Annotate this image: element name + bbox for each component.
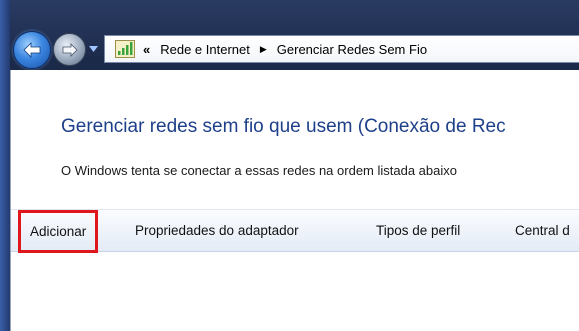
main-content: Gerenciar redes sem fio que usem (Conexã…: [10, 70, 579, 331]
breadcrumb-item-network-internet[interactable]: Rede e Internet: [160, 42, 250, 57]
chevron-down-icon: [88, 46, 98, 52]
recent-pages-button[interactable]: [86, 42, 100, 56]
page-description: O Windows tenta se conectar a essas rede…: [61, 163, 457, 178]
page-title: Gerenciar redes sem fio que usem (Conexã…: [61, 116, 506, 137]
breadcrumb-overflow-button[interactable]: «: [143, 42, 150, 57]
forward-arrow-icon: [62, 42, 78, 57]
back-button[interactable]: [13, 31, 51, 69]
back-arrow-icon: [23, 42, 41, 58]
command-bar: Adicionar Propriedades do adaptador Tipo…: [11, 209, 579, 253]
network-center-button[interactable]: Central d: [515, 210, 570, 251]
window-frame: « Rede e Internet ▶ Gerenciar Redes Sem …: [0, 0, 579, 331]
window-left-border: [0, 0, 10, 331]
add-button[interactable]: Adicionar: [18, 210, 99, 253]
network-signal-icon: [115, 40, 135, 58]
breadcrumb-item-manage-wireless[interactable]: Gerenciar Redes Sem Fio: [277, 42, 427, 57]
breadcrumb-separator[interactable]: ▶: [260, 44, 267, 55]
forward-button[interactable]: [53, 33, 86, 66]
profile-types-button[interactable]: Tipos de perfil: [376, 210, 460, 251]
address-bar[interactable]: « Rede e Internet ▶ Gerenciar Redes Sem …: [104, 35, 579, 63]
adapter-properties-button[interactable]: Propriedades do adaptador: [135, 210, 299, 251]
